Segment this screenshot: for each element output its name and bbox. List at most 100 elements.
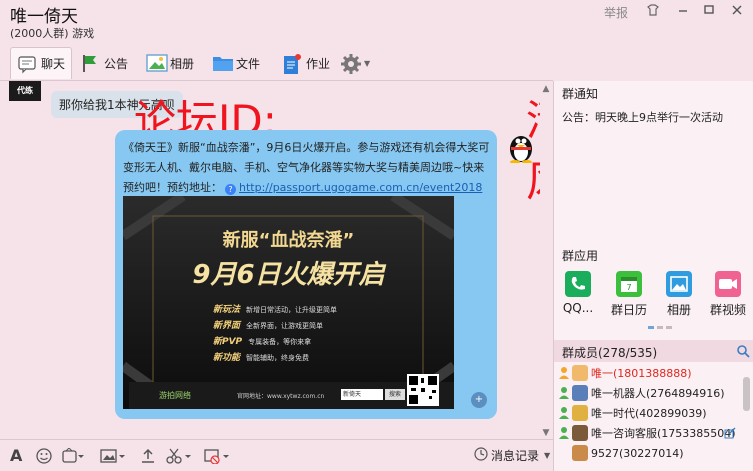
apps-pager[interactable] <box>648 326 672 329</box>
message-text: 《倚天王》新服“血战奈潘”，9月6日火爆开启。参与游戏还有机会得大奖可变形无人机… <box>123 141 490 195</box>
group-subtitle: (2000人群) 游戏 <box>10 27 95 40</box>
skin-icon[interactable] <box>644 3 662 19</box>
search-icon[interactable] <box>736 343 750 362</box>
photo-icon <box>146 53 168 73</box>
member-name: 唯一(1801388888) <box>591 367 692 380</box>
sender-avatar[interactable]: 代练 <box>9 81 41 101</box>
tab-label: 公告 <box>104 56 129 71</box>
upload-icon[interactable] <box>140 448 156 464</box>
toolbar-tabs: 聊天 公告 相册 文件 作业 ▼ <box>0 47 540 81</box>
font-icon[interactable]: A <box>10 448 22 464</box>
homework-icon <box>282 53 302 74</box>
calendar-icon: 7 <box>616 271 642 297</box>
app-video[interactable]: 群视频 <box>706 271 750 318</box>
banner-footer: 游拍网络 官网地址：www.xytwz.com.cn 新倚天 搜索 <box>129 382 454 409</box>
maximize-icon[interactable] <box>700 3 718 19</box>
close-icon[interactable] <box>728 3 746 19</box>
avatar <box>572 445 588 461</box>
event-banner-image[interactable]: 新服“血战奈潘” 9月6日火爆开启 新玩法 新增日常活动，让升级更简单 新界面 全新… <box>123 196 454 409</box>
admin-icon <box>558 386 570 400</box>
chevron-down-icon: ▼ <box>544 451 551 460</box>
app-album[interactable]: 相册 <box>657 271 701 318</box>
banner-search-button: 搜索 <box>385 389 405 400</box>
avatar <box>572 425 588 441</box>
member-row[interactable]: 唯一时代(402899039) <box>558 403 707 423</box>
event-link[interactable]: http://passport.ugogame.com.cn/event2018 <box>239 181 482 194</box>
banner-site-label: 官网地址：www.xytwz.com.cn <box>237 393 325 400</box>
banner-feature: 新玩法 新增日常活动，让升级更简单 <box>213 305 338 315</box>
tab-album[interactable]: 相册 <box>146 47 194 79</box>
report-button[interactable]: 举报 <box>604 4 628 21</box>
owner-icon <box>558 366 570 380</box>
settings-menu-button[interactable]: ▼ <box>340 47 370 79</box>
video-icon <box>715 271 741 297</box>
banner-search-box: 新倚天 <box>341 389 383 400</box>
tab-label: 相册 <box>170 56 195 71</box>
member-row[interactable]: 唯一咨询客服(1753385504) <box>558 423 736 443</box>
scissors-icon[interactable] <box>166 448 192 464</box>
clock-icon <box>474 447 488 464</box>
member-row[interactable]: 唯一机器人(2764894916) <box>558 383 725 403</box>
banner-big-text: 9月6日火爆开启 <box>192 260 385 290</box>
admin-icon <box>558 406 570 420</box>
banner-feature: 新PVP 专属装备，等你来拿 <box>213 337 312 347</box>
member-row[interactable]: 唯一(1801388888) <box>558 363 692 383</box>
notice-title: 群通知 <box>562 87 599 101</box>
members-header: 群成员(278/535) <box>554 340 753 362</box>
tab-label: 聊天 <box>41 57 66 71</box>
group-name: 唯一倚天 <box>10 7 78 27</box>
tab-label: 文件 <box>236 56 261 71</box>
member-name: 9527(30227014) <box>591 446 684 460</box>
tab-announcement[interactable]: 公告 <box>80 47 128 79</box>
avatar <box>572 405 588 421</box>
banner-headline: 新服“血战奈潘” <box>222 230 355 251</box>
message-bubble-ad: 《倚天王》新服“血战奈潘”，9月6日火爆开启。参与游戏还有机会得大奖可变形无人机… <box>115 130 497 419</box>
group-apps: QQ... 7 群日历 相册 群视频 <box>554 269 753 329</box>
svg-text:7: 7 <box>626 283 631 292</box>
chevron-down-icon: ▼ <box>364 58 371 68</box>
members-title: 群成员(278/535) <box>562 346 658 360</box>
admin-icon <box>558 426 570 440</box>
tab-homework[interactable]: 作业 <box>282 47 330 79</box>
scrollbar-thumb[interactable] <box>743 377 750 411</box>
member-row[interactable]: 9527(30227014) <box>572 443 684 463</box>
avatar <box>572 385 588 401</box>
collapse-up-icon[interactable]: ▲ <box>539 83 553 95</box>
photo-icon <box>666 271 692 297</box>
tab-chat[interactable]: 聊天 <box>10 47 72 79</box>
flag-icon <box>80 53 100 73</box>
gear-icon <box>340 53 361 74</box>
banner-logo: 游拍网络 <box>159 391 191 400</box>
image-icon[interactable] <box>100 448 126 464</box>
minimize-icon[interactable] <box>674 3 692 19</box>
members-scrollbar[interactable] <box>741 371 751 471</box>
folder-icon <box>212 53 233 73</box>
member-name: 唯一时代(402899039) <box>591 407 707 420</box>
collapse-down-icon[interactable]: ▼ <box>539 427 553 439</box>
app-qq-phone[interactable]: QQ... <box>556 271 600 315</box>
no-disturb-icon[interactable] <box>204 448 230 465</box>
banner-feature-list: 新玩法 新增日常活动，让升级更简单 新界面 全新界面，让游戏更简单 新PVP 专属装备… <box>213 302 337 366</box>
right-panel: 群通知 公告：明天晚上9点举行一次活动 群应用 QQ... 7 群日历 相册 群… <box>553 81 753 471</box>
member-name: 唯一咨询客服(1753385504) <box>591 427 736 440</box>
input-toolbar: A 消息记录 ▼ <box>0 439 553 471</box>
qr-code-icon <box>407 374 439 406</box>
title-bar: 唯一倚天 (2000人群) 游戏 举报 <box>0 0 753 44</box>
edit-icon[interactable] <box>724 424 736 443</box>
link-icon: ? <box>225 184 236 195</box>
chat-message-area[interactable]: 代练 那你给我1本神元高呗 论坛ID: 清风 《倚天王》新服“血战奈潘”，9月6… <box>0 81 540 439</box>
qq-penguin-avatar[interactable] <box>508 131 534 164</box>
banner-feature: 新界面 全新界面，让游戏更简单 <box>213 321 324 331</box>
phone-icon <box>565 271 591 297</box>
tab-files[interactable]: 文件 <box>212 47 260 79</box>
tab-label: 作业 <box>306 56 331 71</box>
zoom-in-icon[interactable]: + <box>471 392 487 408</box>
app-calendar[interactable]: 7 群日历 <box>607 271 651 318</box>
apps-title: 群应用 <box>562 249 599 263</box>
sticker-icon[interactable] <box>62 447 84 464</box>
emoji-icon[interactable] <box>36 448 52 464</box>
message-history-button[interactable]: 消息记录 ▼ <box>474 447 550 464</box>
notice-text[interactable]: 公告：明天晚上9点举行一次活动 <box>562 109 723 125</box>
chat-bubble-icon <box>17 54 37 74</box>
banner-feature: 新功能 智能辅助，终身免费 <box>213 353 310 363</box>
